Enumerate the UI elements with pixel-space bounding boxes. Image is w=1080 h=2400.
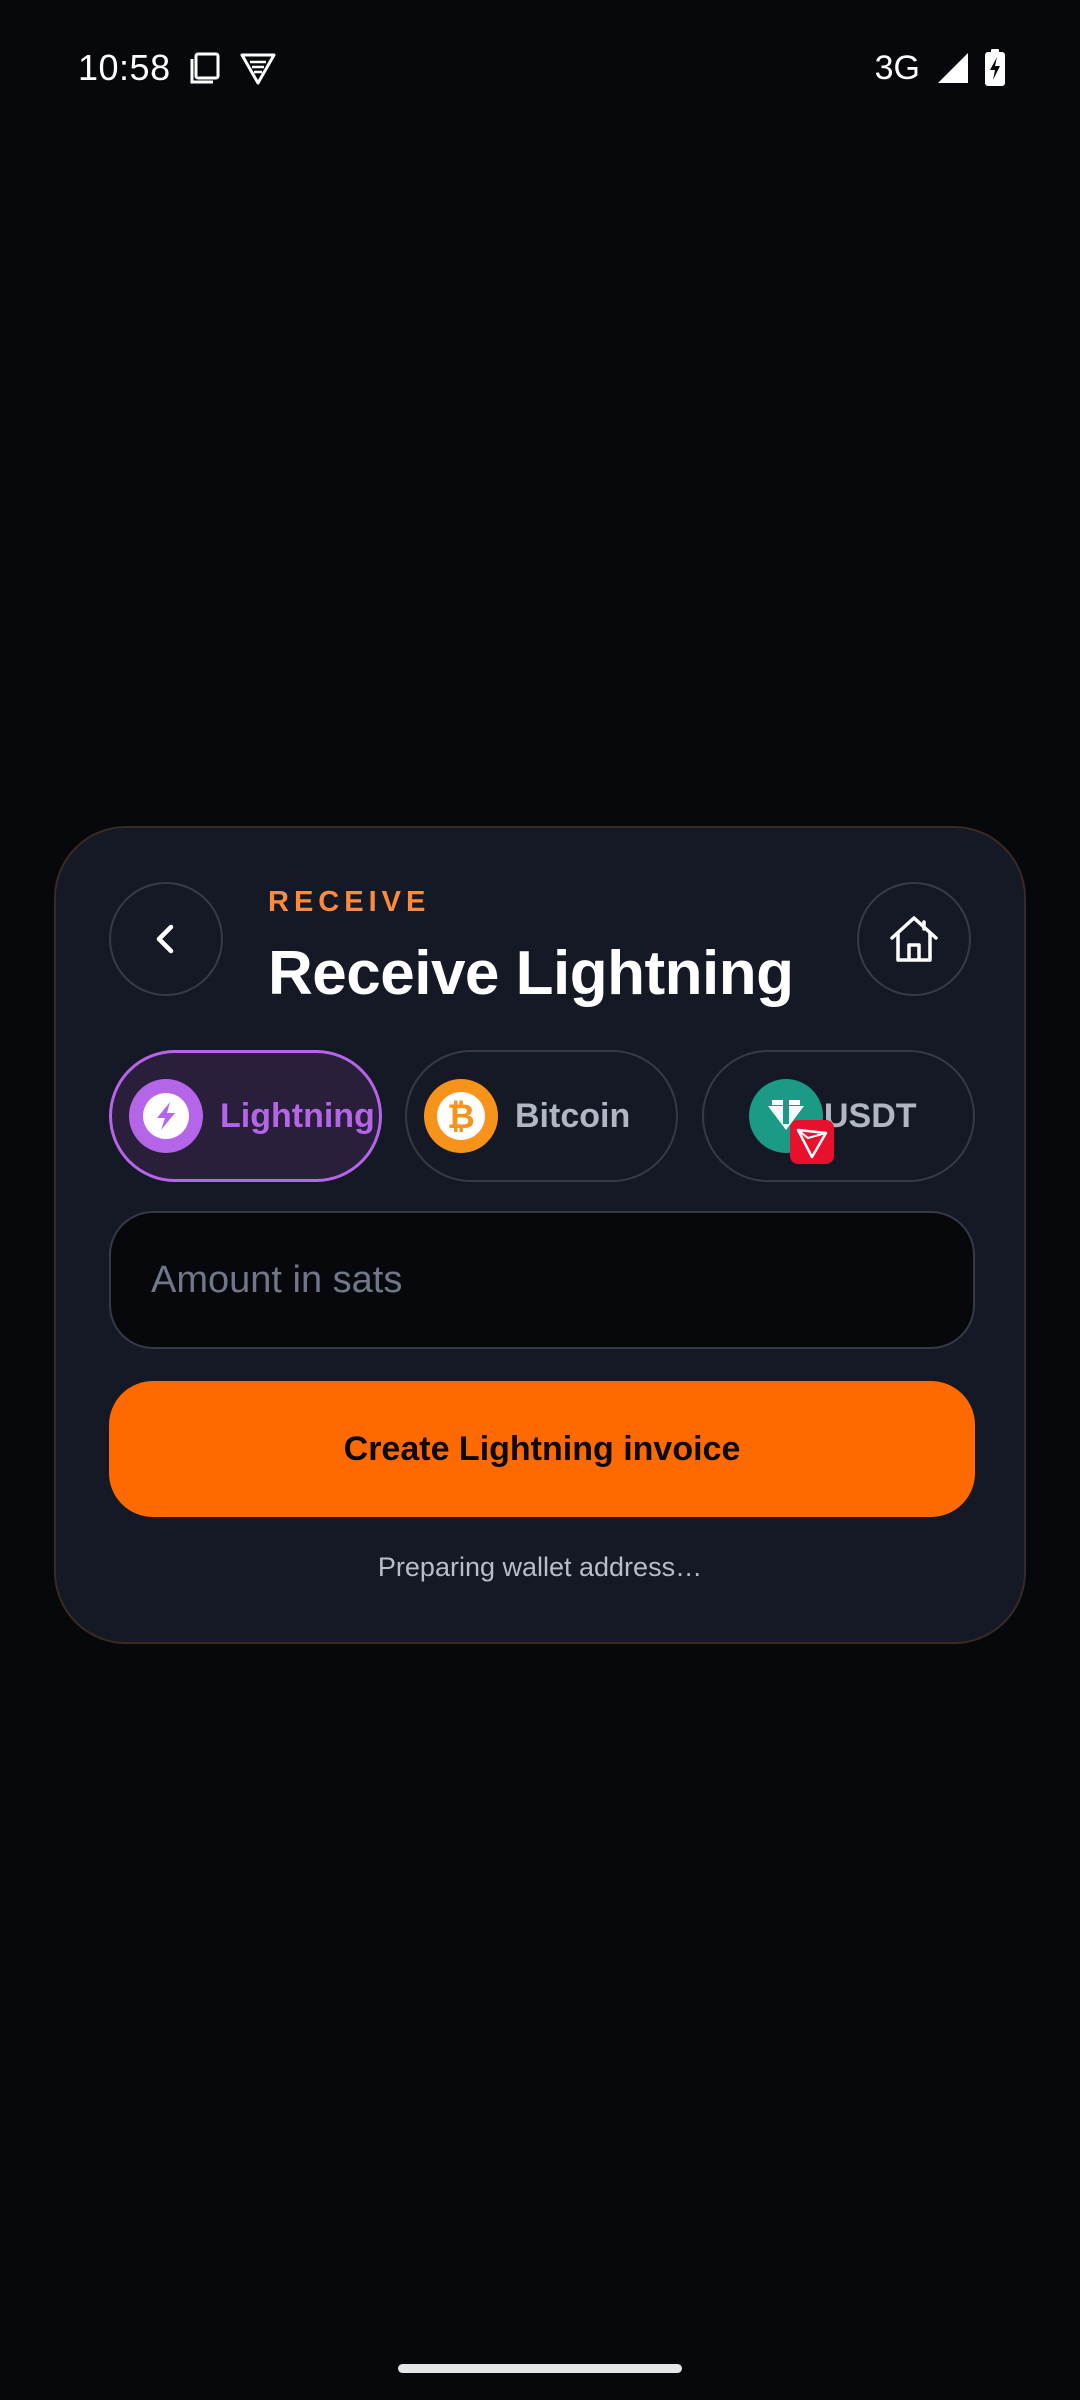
status-right: 3G — [875, 49, 1006, 88]
battery-charging-icon — [984, 49, 1006, 87]
tab-label: Bitcoin — [515, 1096, 631, 1135]
status-bar: 10:58 3G — [0, 0, 1080, 136]
amount-input[interactable] — [109, 1211, 975, 1349]
status-time: 10:58 — [78, 47, 171, 88]
status-message: Preparing wallet address… — [377, 1552, 703, 1582]
bitcoin-icon: ₿ — [423, 1078, 499, 1154]
create-invoice-button[interactable]: Create Lightning invoice — [109, 1381, 975, 1517]
tab-bitcoin[interactable]: ₿ Bitcoin — [405, 1050, 678, 1182]
asset-tabs: Lightning ₿ Bitcoin USDT — [109, 1050, 975, 1182]
svg-text:₿: ₿ — [447, 1098, 475, 1136]
tab-usdt[interactable]: USDT — [702, 1050, 975, 1182]
tab-label: USDT — [824, 1096, 917, 1135]
receive-card: RECEIVE Receive Lightning Lightning ₿ Bi… — [54, 826, 1026, 1644]
tether-tron-icon — [748, 1078, 834, 1164]
section-eyebrow: RECEIVE — [268, 886, 431, 918]
back-button[interactable] — [109, 882, 223, 996]
network-type: 3G — [874, 48, 920, 87]
status-left: 10:58 — [78, 47, 277, 89]
tab-lightning[interactable]: Lightning — [109, 1050, 382, 1182]
signal-icon — [936, 51, 970, 85]
chevron-left-icon — [156, 924, 174, 954]
home-button[interactable] — [857, 882, 971, 996]
lightning-icon — [128, 1078, 204, 1154]
home-indicator[interactable] — [398, 2364, 682, 2373]
home-icon — [890, 916, 938, 962]
tab-label: Lightning — [220, 1096, 375, 1135]
screen: 10:58 3G RECEIVE Receive Lightning Light… — [0, 0, 1080, 2400]
notes-icon — [187, 50, 223, 86]
vpn-shield-icon — [239, 50, 277, 86]
page-title: Receive Lightning — [268, 939, 794, 1008]
